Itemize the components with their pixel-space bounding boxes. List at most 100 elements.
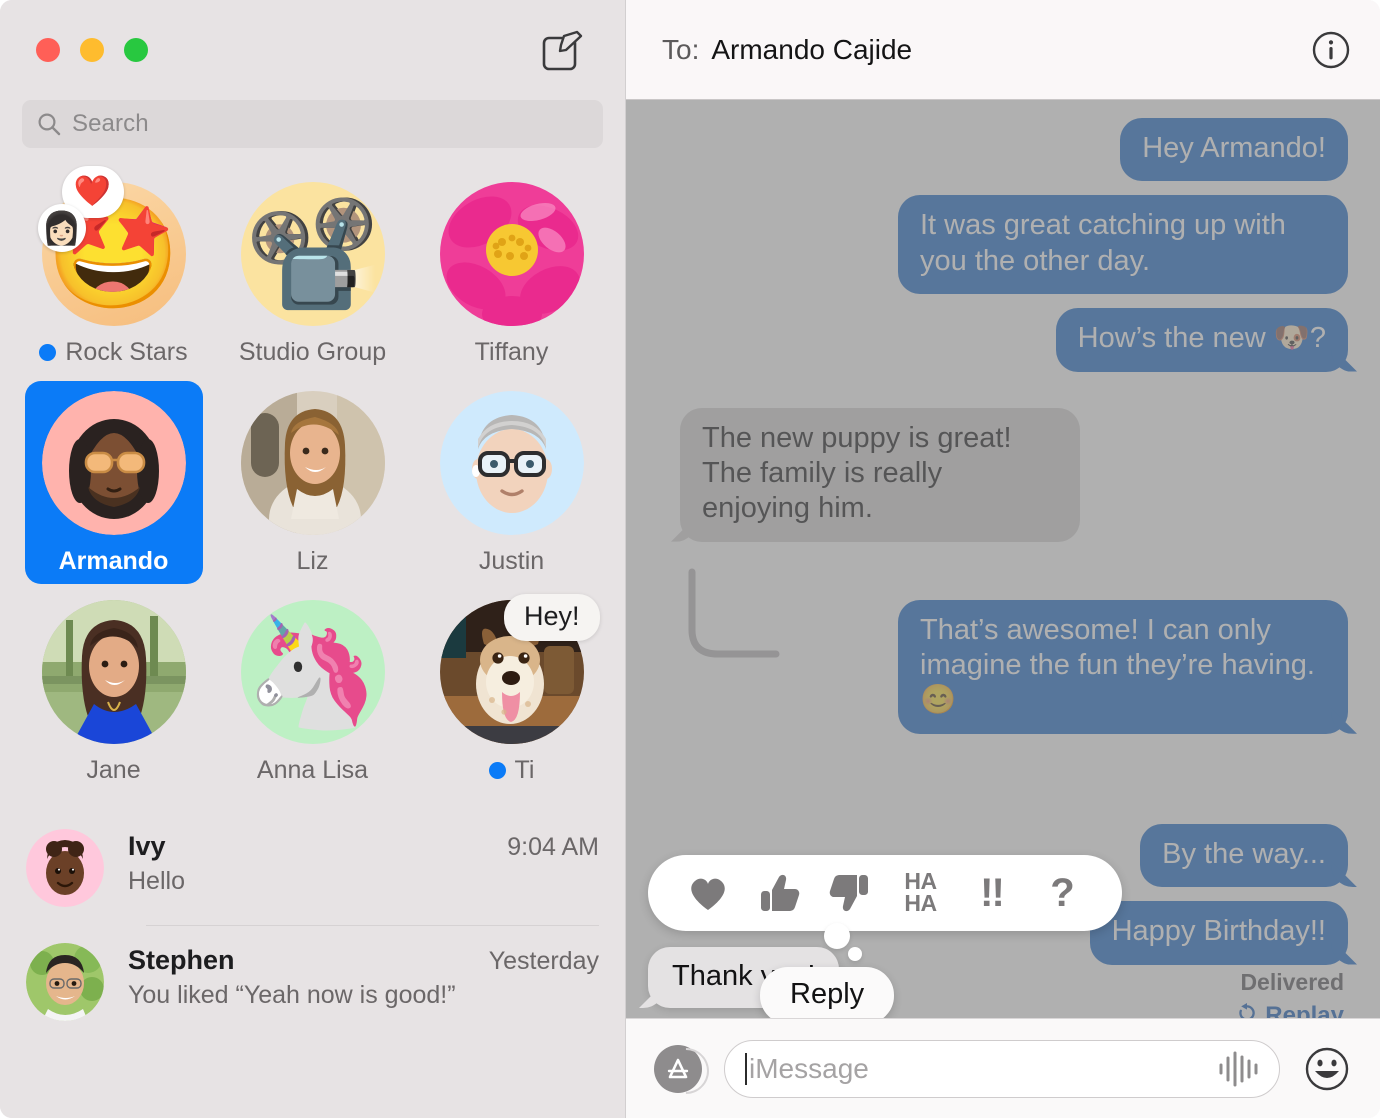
message-input[interactable]: iMessage xyxy=(724,1039,1280,1098)
haha-icon[interactable]: HA HA xyxy=(895,867,947,919)
search-icon xyxy=(36,111,62,137)
conversation-snippet: Hello xyxy=(128,867,185,895)
compose-icon[interactable] xyxy=(541,30,583,72)
tapback-badge: ❤️ 👩🏻 xyxy=(34,166,130,252)
pinned-item-studio-group[interactable]: 📽️ Studio Group xyxy=(224,172,402,375)
messages-window: Search 🤩 ❤️ 👩🏻 Rock Stars 📽️ Studio Grou… xyxy=(0,0,1380,1118)
sidebar: Search 🤩 ❤️ 👩🏻 Rock Stars 📽️ Studio Grou… xyxy=(0,0,626,1118)
pinned-item-label: Anna Lisa xyxy=(256,756,369,784)
pinned-item-label-wrap: Ti xyxy=(488,756,535,785)
pinned-item-label-wrap: Anna Lisa xyxy=(257,756,368,785)
conversation-header: To: Armando Cajide xyxy=(626,0,1380,100)
tapback-pointer-dot-large xyxy=(824,923,850,949)
conversation-time: Yesterday xyxy=(488,947,599,975)
replay-button[interactable]: Replay xyxy=(1236,1002,1344,1018)
pinned-item-label: Ti xyxy=(514,756,535,784)
avatar-memoji-justin xyxy=(439,391,584,535)
pinned-item-armando[interactable]: Armando xyxy=(24,381,203,584)
pinned-item-label: Armando xyxy=(58,547,169,575)
pinned-preview-bubble: Hey! xyxy=(503,594,600,641)
tapback-bar: HA HA !! ? xyxy=(648,855,1122,961)
pinned-item-label-wrap: Rock Stars xyxy=(39,338,188,367)
pinned-item-liz[interactable]: Liz xyxy=(224,381,402,584)
tapback-popup: HA HA !! ? Thank you! Reply xyxy=(648,855,1208,1018)
search-container: Search xyxy=(0,100,625,148)
conversation-name: Stephen xyxy=(128,945,235,975)
pinned-conversations: 🤩 ❤️ 👩🏻 Rock Stars 📽️ Studio Group Tiffa… xyxy=(0,166,625,793)
to-label: To: xyxy=(662,33,700,65)
memoji-thumbnail: 👩🏻 xyxy=(37,204,86,252)
avatar xyxy=(26,829,104,907)
pinned-item-label-wrap: Studio Group xyxy=(239,338,386,367)
replay-label: Replay xyxy=(1265,1002,1344,1018)
info-icon[interactable] xyxy=(1310,29,1352,71)
pinned-item-label-wrap: Liz xyxy=(297,547,329,576)
message-placeholder: iMessage xyxy=(749,1052,869,1084)
pinned-item-label-wrap: Armando xyxy=(59,547,169,576)
pinned-item-label: Studio Group xyxy=(238,338,387,366)
conversation-pane: To: Armando Cajide Hey Armando! It was g… xyxy=(626,0,1380,1118)
reply-button[interactable]: Reply xyxy=(760,967,895,1018)
traffic-lights xyxy=(36,38,148,62)
pinned-item-label: Justin xyxy=(478,547,545,575)
avatar xyxy=(240,391,385,535)
pinned-item-label: Tiffany xyxy=(474,338,549,366)
exclamation-label: !! xyxy=(980,871,1005,915)
message-row: Hey Armando! xyxy=(658,118,1348,182)
close-button[interactable] xyxy=(36,38,60,62)
thumbs-down-icon[interactable] xyxy=(824,867,876,919)
avatar: 📽️ xyxy=(240,182,385,326)
pinned-item-tiffany[interactable]: Tiffany xyxy=(423,172,601,375)
conversation-time: 9:04 AM xyxy=(507,833,599,861)
pinned-item-label: Jane xyxy=(86,756,141,784)
zoom-button[interactable] xyxy=(124,38,148,62)
avatar xyxy=(439,182,584,326)
conversation-snippet: You liked “Yeah now is good!” xyxy=(128,981,456,1009)
reply-thread-connector-icon xyxy=(684,568,794,668)
haha-label: HA HA xyxy=(904,868,937,916)
composer-bar: iMessage xyxy=(626,1018,1380,1118)
pinned-item-label-wrap: Tiffany xyxy=(475,338,549,367)
heart-icon[interactable] xyxy=(682,867,734,919)
search-input[interactable]: Search xyxy=(22,100,603,148)
avatar: 🤩 ❤️ 👩🏻 xyxy=(37,166,186,326)
app-store-icon[interactable] xyxy=(654,1044,702,1093)
pinned-item-rock-stars[interactable]: 🤩 ❤️ 👩🏻 Rock Stars xyxy=(25,166,203,375)
avatar xyxy=(41,600,186,744)
minimize-button[interactable] xyxy=(80,38,104,62)
message-bubble-outgoing[interactable]: How’s the new 🐶? xyxy=(1055,308,1348,372)
avatar-memoji-armando xyxy=(41,391,186,535)
film-projector-emoji-icon: 📽️ xyxy=(245,193,380,314)
pinned-item-label: Liz xyxy=(296,547,329,575)
unread-dot xyxy=(39,344,57,361)
thumbs-up-icon[interactable] xyxy=(753,867,805,919)
tapback-pointer-dot-small xyxy=(848,947,862,961)
pinned-item-justin[interactable]: Justin xyxy=(423,381,601,584)
avatar xyxy=(41,391,186,535)
conversation-list: Ivy 9:04 AM Hello Stephen Yesterday You … xyxy=(0,811,625,1039)
avatar: Hey! xyxy=(439,594,600,744)
message-bubble-outgoing[interactable]: Hey Armando! xyxy=(1120,118,1348,182)
conversation-top: Stephen Yesterday xyxy=(128,945,599,976)
conversation-body: Stephen Yesterday You liked “Yeah now is… xyxy=(128,943,599,1010)
message-bubble-outgoing[interactable]: It was great catching up with you the ot… xyxy=(898,195,1348,295)
exclamation-icon[interactable]: !! xyxy=(966,867,1018,919)
search-placeholder: Search xyxy=(72,110,149,137)
avatar-photo-jane xyxy=(41,600,186,744)
pinned-item-anna-lisa[interactable]: 🦄 Anna Lisa xyxy=(224,590,402,793)
pinned-item-ti[interactable]: Hey! Ti xyxy=(423,590,601,793)
audio-waveform-icon[interactable] xyxy=(1217,1050,1261,1088)
conversation-name: Ivy xyxy=(128,831,166,861)
avatar-photo-liz xyxy=(240,391,385,535)
conversation-row-ivy[interactable]: Ivy 9:04 AM Hello xyxy=(0,811,625,925)
conversation-row-stephen[interactable]: Stephen Yesterday You liked “Yeah now is… xyxy=(0,925,625,1039)
pinned-item-jane[interactable]: Jane xyxy=(25,590,203,793)
message-thread[interactable]: Hey Armando! It was great catching up wi… xyxy=(626,100,1380,1018)
emoji-smiley-icon[interactable] xyxy=(1302,1044,1352,1094)
replay-icon xyxy=(1236,1002,1258,1018)
question-icon[interactable]: ? xyxy=(1037,867,1089,919)
recipient-name: Armando Cajide xyxy=(711,33,913,65)
avatar xyxy=(26,943,104,1021)
message-bubble-incoming[interactable]: The new puppy is great! The family is re… xyxy=(680,407,1080,542)
message-bubble-outgoing[interactable]: That’s awesome! I can only imagine the f… xyxy=(898,599,1348,734)
